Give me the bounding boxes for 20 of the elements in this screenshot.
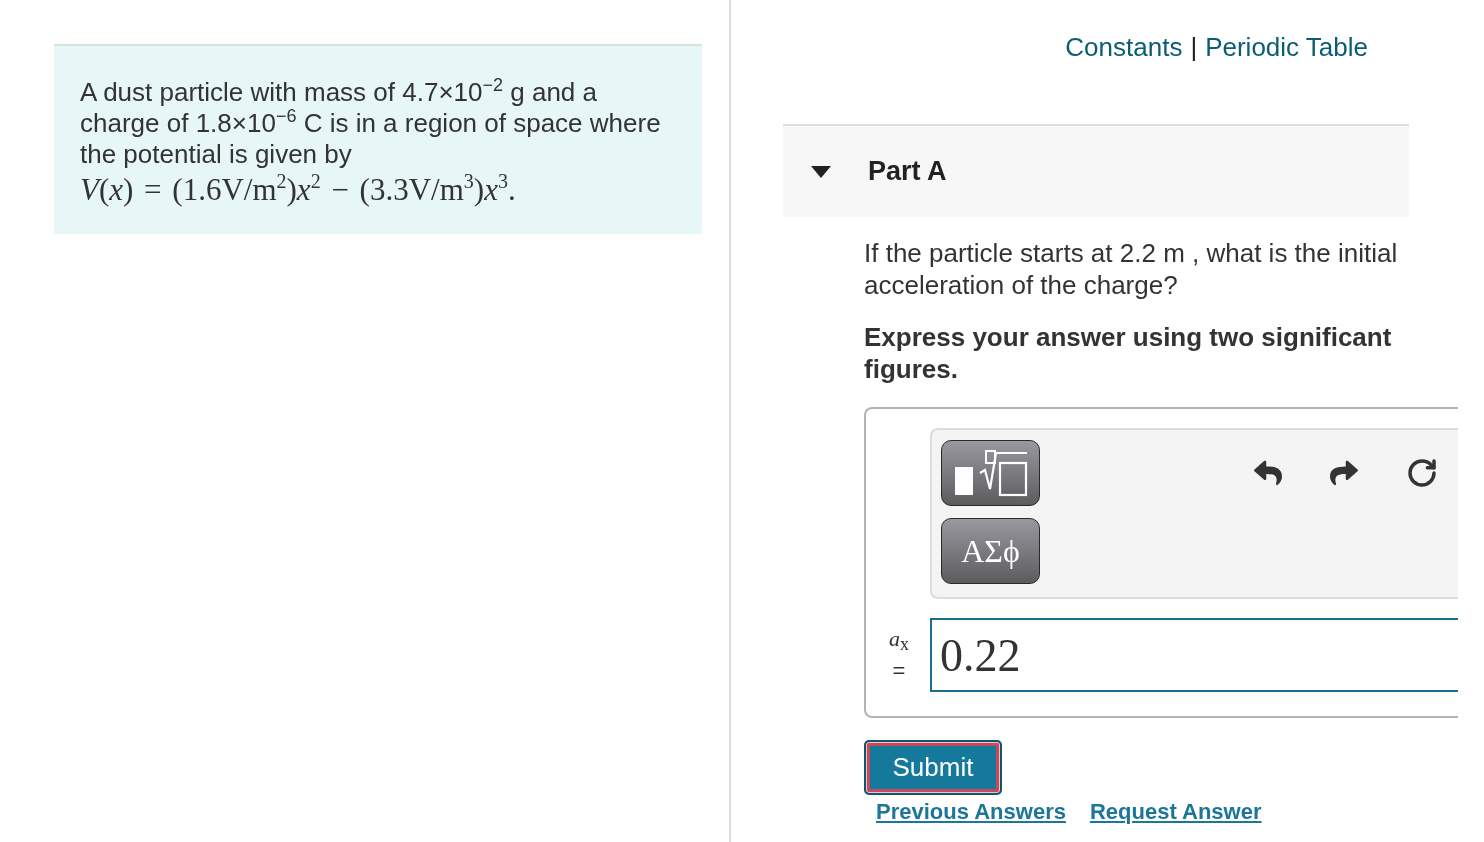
templates-button[interactable]: [941, 440, 1040, 506]
request-answer-link[interactable]: Request Answer: [1089, 800, 1262, 824]
submit-button[interactable]: Submit: [864, 740, 1002, 795]
part-header[interactable]: Part A: [783, 124, 1409, 217]
part-title: Part A: [868, 156, 947, 187]
radical-boxes-icon: [952, 449, 1029, 497]
symbols-button[interactable]: ΑΣϕ: [941, 518, 1040, 584]
equals-sign: =: [892, 659, 906, 683]
curved-arrow-left-icon[interactable]: [1254, 459, 1282, 487]
answer-variable: a$_{x}$: [889, 627, 909, 651]
circular-arrow-icon[interactable]: [1406, 457, 1438, 489]
previous-answers-link[interactable]: Previous Answers: [876, 800, 1066, 824]
problem-text: A dust particle with mass of 4.7×10$^{−2}$ g and a charge of 1.8×10$^{−6}$ C is in a region of space where the potential is given by V(x) = (1.6V/m$^{2}$)x$^{2}$ − (3.3V/m$^{3}$)x$^{3}$.: [80, 77, 662, 209]
constants-link[interactable]: Constants: [1065, 32, 1183, 62]
link-separator: |: [1190, 32, 1198, 62]
instruction-text: Express your answer using two significant figures.: [864, 321, 1393, 385]
question-text: If the particle starts at 2.2 m , what is the initial acceleration of the charge?: [864, 237, 1399, 301]
curved-arrow-right-icon[interactable]: [1330, 459, 1358, 487]
answer-input[interactable]: 0.22: [930, 618, 1458, 692]
periodic-table-link[interactable]: Periodic Table: [1205, 32, 1368, 62]
